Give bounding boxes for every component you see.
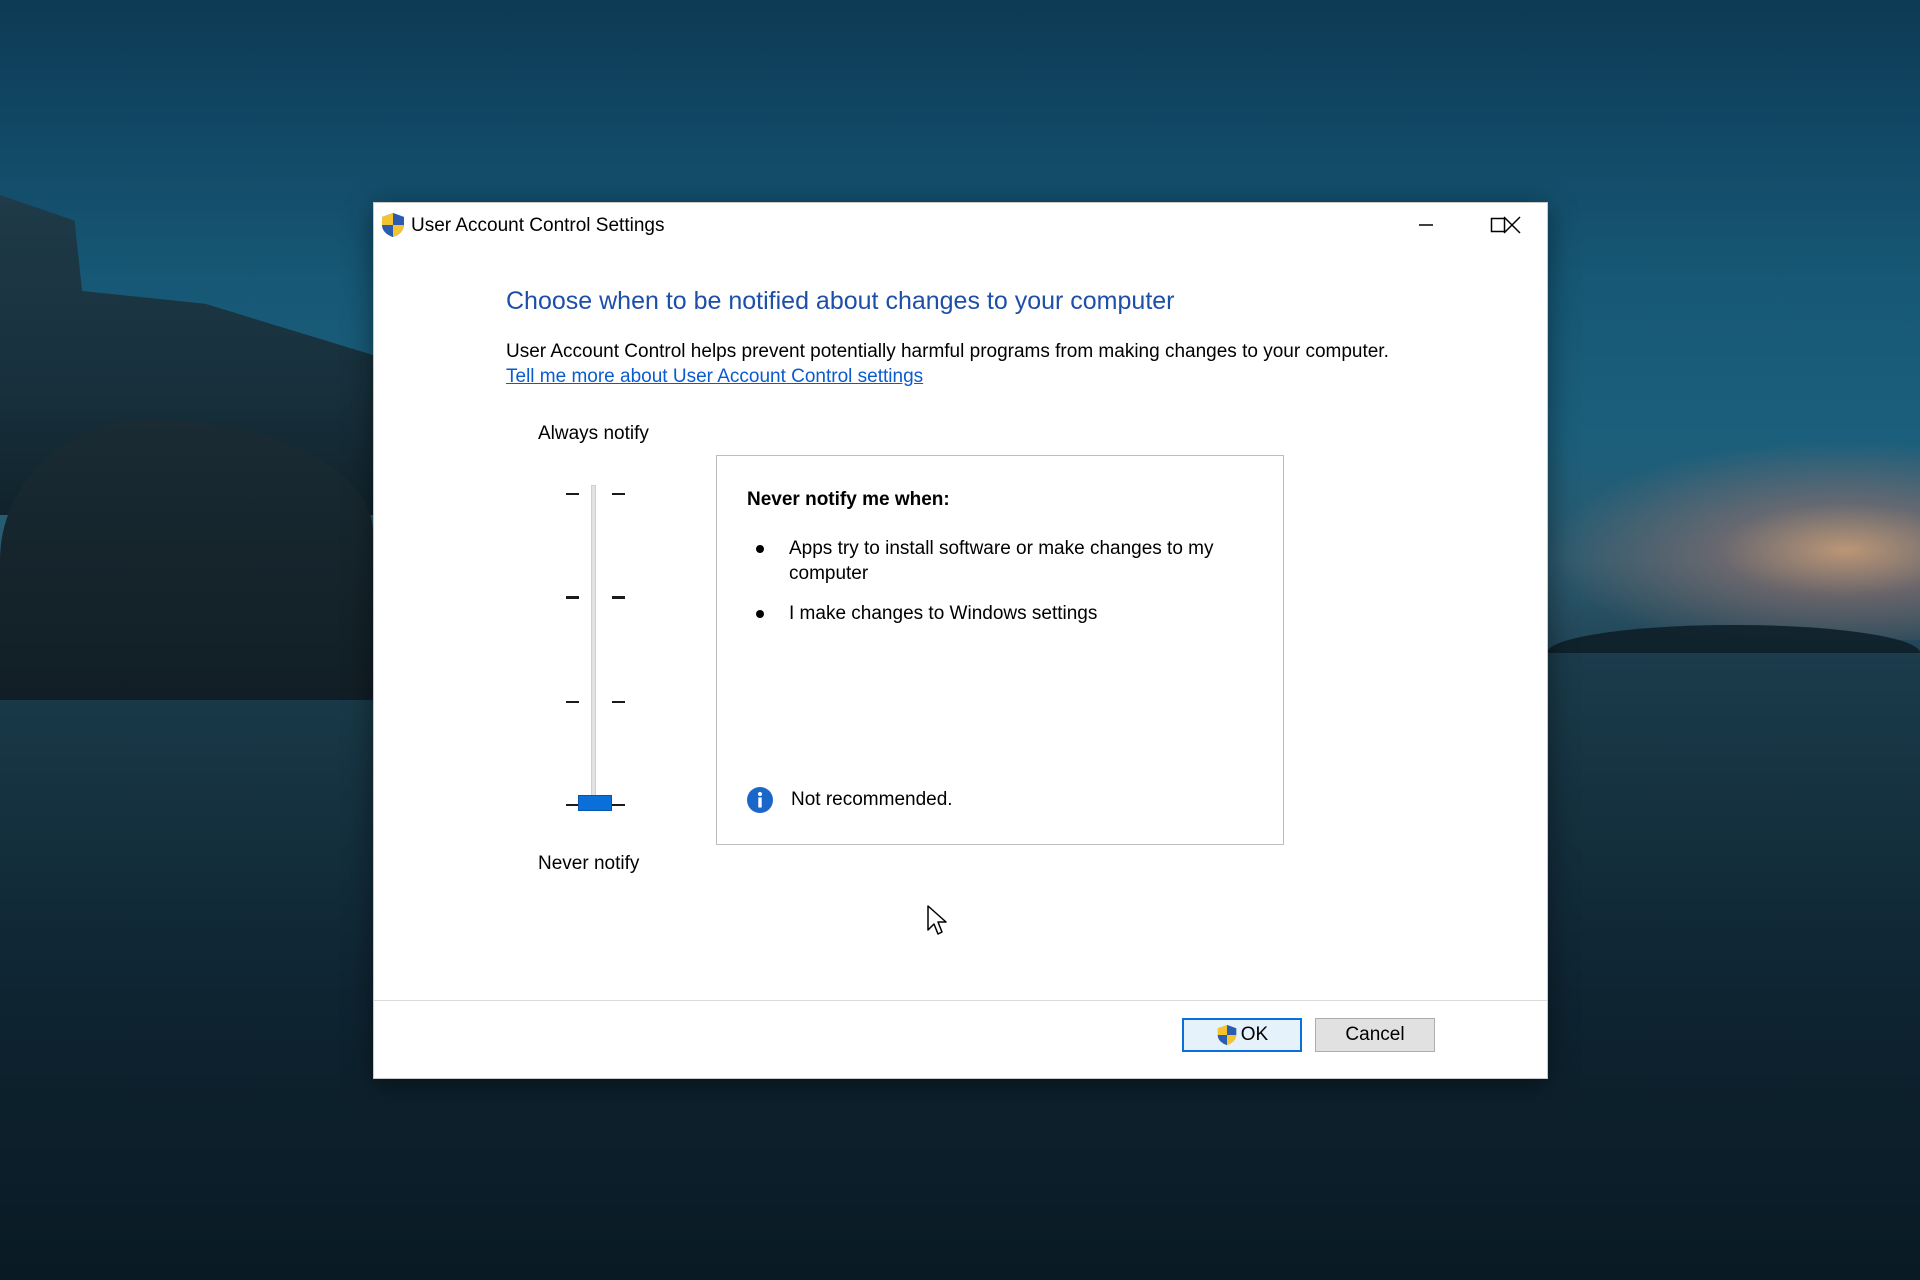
level-description-panel: Never notify me when: Apps try to instal… [716,455,1284,845]
panel-title: Never notify me when: [747,489,950,510]
uac-description: User Account Control helps prevent poten… [506,341,1389,362]
sunset-glow [1547,440,1920,640]
cancel-button[interactable]: Cancel [1315,1018,1435,1052]
list-item: I make changes to Windows settings [747,601,1247,626]
list-item-text: Apps try to install software or make cha… [789,538,1214,584]
page-heading: Choose when to be notified about changes… [506,287,1175,315]
slider-tick [566,701,579,703]
slider-tick [612,804,625,806]
notification-level-slider[interactable] [554,473,634,813]
slider-tick [566,493,579,495]
ok-label: OK [1240,1024,1269,1045]
mouse-cursor-icon [927,905,947,935]
info-icon [747,787,773,813]
slider-thumb[interactable] [578,795,612,811]
ok-button[interactable]: OK [1182,1018,1302,1052]
title-bar[interactable]: User Account Control Settings [374,203,1547,247]
close-button[interactable] [1476,203,1548,247]
slider-tick [612,701,625,703]
uac-shield-icon [1217,1024,1237,1046]
learn-more-link[interactable]: Tell me more about User Account Control … [506,366,923,388]
desktop-background: User Account Control Settings Choose whe… [0,0,1920,1280]
uac-shield-icon [382,213,404,237]
bullet-icon [756,545,764,553]
recommendation-note: Not recommended. [746,786,953,814]
cancel-label: Cancel [1345,1024,1405,1045]
uac-settings-window: User Account Control Settings Choose whe… [373,202,1548,1079]
slider-tick [612,596,625,599]
slider-tick [612,493,625,495]
note-text: Not recommended. [791,789,953,810]
minimize-icon [1419,224,1433,226]
rocks [0,420,373,700]
list-item: Apps try to install software or make cha… [747,536,1247,586]
slider-tick [566,596,579,599]
slider-track[interactable] [591,485,596,801]
panel-list: Apps try to install software or make cha… [747,536,1247,641]
window-title: User Account Control Settings [411,215,665,236]
footer-divider [374,1000,1547,1001]
list-item-text: I make changes to Windows settings [789,603,1098,624]
close-icon [1503,216,1521,234]
slider-top-label: Always notify [538,423,649,444]
slider-bottom-label: Never notify [538,853,640,874]
bullet-icon [756,610,764,618]
minimize-button[interactable] [1390,203,1462,247]
